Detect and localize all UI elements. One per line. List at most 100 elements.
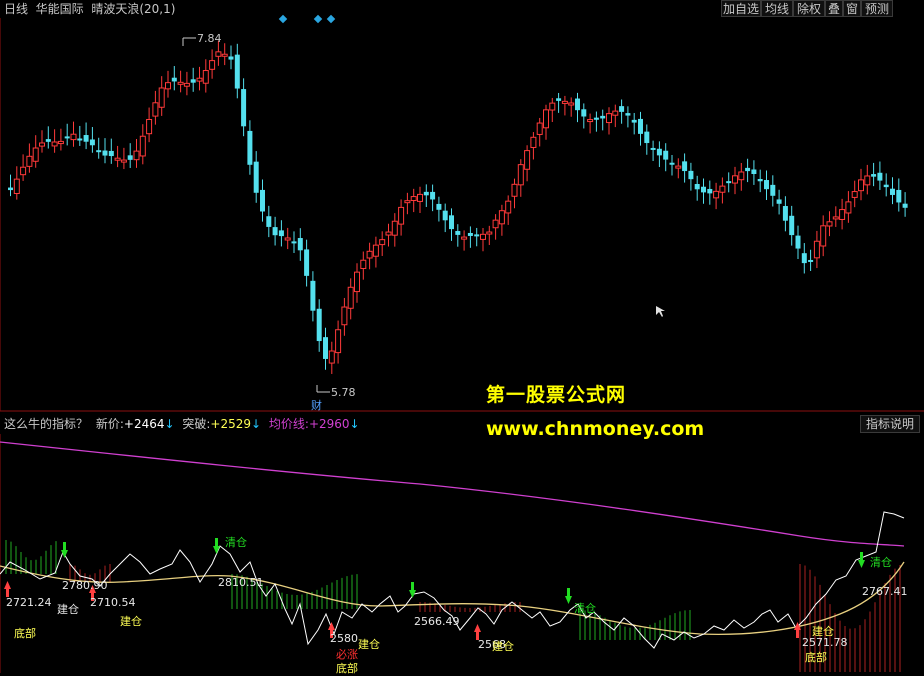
- build-position-label: 建仓: [120, 615, 142, 628]
- indicator-name[interactable]: 这么牛的指标？: [4, 417, 88, 431]
- candle-body: [600, 115, 606, 119]
- buy-arrow-icon: [796, 630, 799, 638]
- candle-body: [228, 56, 234, 60]
- sell-arrow-icon: [567, 588, 570, 597]
- candle-body: [455, 231, 461, 235]
- candlestick-chart[interactable]: 7.84 5.78 财: [0, 0, 924, 412]
- candle-body: [845, 201, 852, 214]
- candle-body: [102, 150, 108, 156]
- candle-body: [789, 215, 795, 236]
- candle-body: [423, 191, 429, 196]
- candle-body: [820, 225, 827, 247]
- candle-body: [77, 138, 83, 141]
- build-position-label: 建仓: [57, 603, 79, 616]
- candle-body: [96, 150, 102, 153]
- candle-body: [486, 231, 493, 235]
- sell-arrow-icon: [565, 596, 572, 604]
- candle-body: [202, 70, 209, 84]
- candle-body: [347, 286, 354, 309]
- candle-body: [404, 200, 411, 204]
- candle-body: [505, 200, 512, 214]
- signal-bars-group: [5, 540, 901, 672]
- bottom-label: 底部: [14, 627, 36, 640]
- candle-body: [619, 106, 625, 112]
- candle-body: [511, 183, 518, 197]
- candle-body: [32, 147, 39, 162]
- sell-arrow-icon: [858, 560, 865, 568]
- candle-body: [776, 199, 782, 204]
- candle-body: [253, 161, 259, 193]
- avg-line-arrow-icon: ↓: [349, 417, 360, 431]
- candle-body: [808, 259, 814, 262]
- candle-body: [89, 139, 95, 146]
- clear-position-label: 清仓: [574, 602, 596, 615]
- candle-body: [764, 180, 769, 190]
- candle-body: [556, 98, 562, 101]
- candle-body: [398, 206, 405, 225]
- candle-body: [272, 227, 278, 236]
- candle-body: [896, 189, 902, 203]
- candle-body: [341, 306, 348, 326]
- candle-body: [474, 234, 480, 237]
- candle-body: [530, 136, 537, 148]
- candle-body: [832, 216, 839, 220]
- sell-arrows: [61, 538, 865, 604]
- candle-body: [266, 216, 272, 227]
- indicator-chart[interactable]: [0, 434, 924, 673]
- candle-body: [171, 77, 177, 82]
- candle-body: [354, 271, 360, 293]
- candle-body: [133, 150, 140, 161]
- indicator-help-button[interactable]: 指标说明: [860, 415, 920, 433]
- candle-body: [417, 193, 423, 202]
- candle-body: [278, 230, 284, 237]
- candle-body: [260, 189, 265, 212]
- candle-body: [524, 150, 531, 170]
- candle-body: [631, 119, 637, 123]
- new-price-arrow-icon: ↓: [164, 417, 175, 431]
- candle-body: [83, 135, 89, 142]
- candle-body: [430, 191, 436, 200]
- candle-body: [738, 171, 745, 181]
- candle-body: [656, 148, 662, 156]
- candle-body: [310, 280, 316, 311]
- candle-body: [39, 142, 45, 147]
- candle-body: [682, 161, 688, 172]
- candle-body: [158, 87, 165, 108]
- clear-position-label: 清仓: [225, 536, 247, 549]
- buy-arrow-icon: [4, 581, 11, 589]
- candle-body: [858, 179, 864, 192]
- avg-price-line: [0, 441, 905, 547]
- candle-body: [372, 244, 379, 257]
- sell-arrow-icon: [411, 582, 414, 591]
- candle-body: [902, 203, 908, 208]
- sell-arrow-icon: [215, 538, 218, 547]
- candle-body: [247, 130, 253, 165]
- financial-report-marker[interactable]: 财: [311, 398, 322, 412]
- candle-body: [45, 139, 51, 142]
- candle-body: [234, 54, 240, 89]
- candle-body: [801, 253, 807, 264]
- candle-body: [20, 166, 27, 176]
- candle-body: [726, 181, 732, 184]
- bottom-label: 底部: [805, 651, 827, 664]
- candle-body: [851, 191, 858, 198]
- buy-arrow-icon: [328, 622, 335, 630]
- candle-body: [701, 186, 706, 193]
- candle-body: [442, 210, 448, 221]
- candle-body: [694, 184, 700, 190]
- candle-body: [517, 164, 524, 186]
- candle-body: [183, 82, 190, 87]
- signal-value-label: 2721.24: [6, 596, 52, 609]
- candle-body: [561, 100, 568, 104]
- candle-body: [284, 237, 291, 241]
- candle-body: [575, 98, 580, 111]
- candle-body: [587, 119, 594, 123]
- candle-body: [663, 150, 669, 160]
- candle-body: [732, 175, 738, 184]
- candle-body: [826, 221, 833, 227]
- candle-body: [241, 89, 247, 127]
- signal-value-label: 2580: [330, 632, 358, 645]
- candle-body: [536, 122, 543, 135]
- low-price-label: 5.78: [331, 386, 356, 399]
- candle-body: [297, 238, 303, 251]
